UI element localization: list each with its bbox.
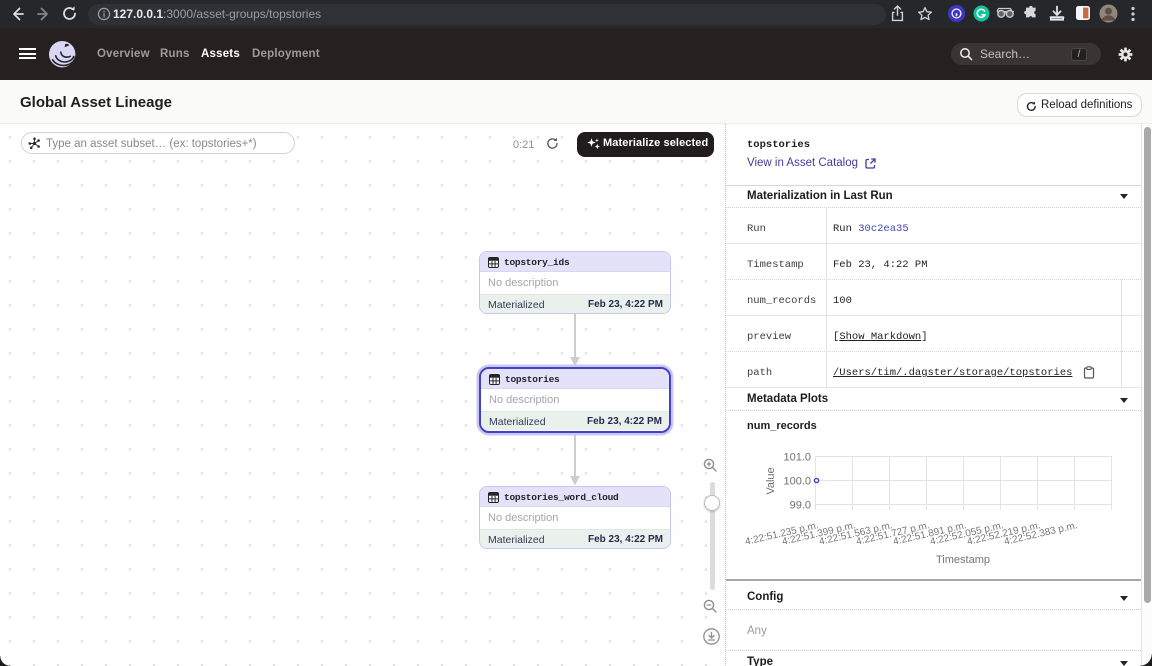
svg-text:Value: Value [765, 467, 777, 494]
svg-text:99.0: 99.0 [790, 500, 811, 512]
svg-text:Timestamp: Timestamp [936, 554, 990, 566]
svg-text:101.0: 101.0 [783, 452, 811, 464]
svg-text:4:22:52.383 p.m.: 4:22:52.383 p.m. [1003, 520, 1079, 548]
svg-text:100.0: 100.0 [783, 476, 811, 488]
